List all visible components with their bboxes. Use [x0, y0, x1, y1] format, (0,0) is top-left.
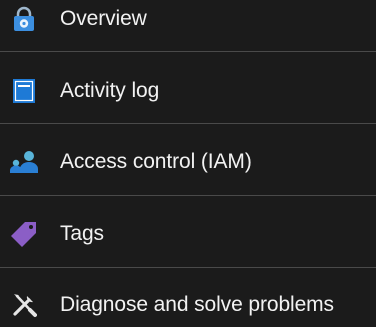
overview-lock-icon — [9, 4, 39, 34]
tag-icon — [9, 219, 39, 249]
menu-item-label: Overview — [60, 7, 147, 30]
menu-item-label: Activity log — [60, 79, 160, 102]
menu-divider — [0, 267, 376, 268]
resource-menu: Overview Activity log Access control (IA… — [0, 0, 376, 324]
menu-divider — [0, 195, 376, 196]
menu-item-label: Access control (IAM) — [60, 150, 252, 173]
wrench-screwdriver-icon — [9, 290, 39, 320]
menu-item-label: Tags — [60, 222, 104, 245]
menu-item-diagnose[interactable]: Diagnose and solve problems — [0, 283, 376, 327]
access-control-users-icon — [9, 147, 39, 177]
menu-item-activity-log[interactable]: Activity log — [0, 69, 376, 113]
menu-item-access-control[interactable]: Access control (IAM) — [0, 140, 376, 184]
activity-log-icon — [9, 76, 39, 106]
menu-item-label: Diagnose and solve problems — [60, 293, 334, 316]
menu-item-overview[interactable]: Overview — [0, 0, 376, 41]
menu-item-tags[interactable]: Tags — [0, 212, 376, 256]
menu-divider — [0, 51, 376, 52]
menu-divider — [0, 123, 376, 124]
